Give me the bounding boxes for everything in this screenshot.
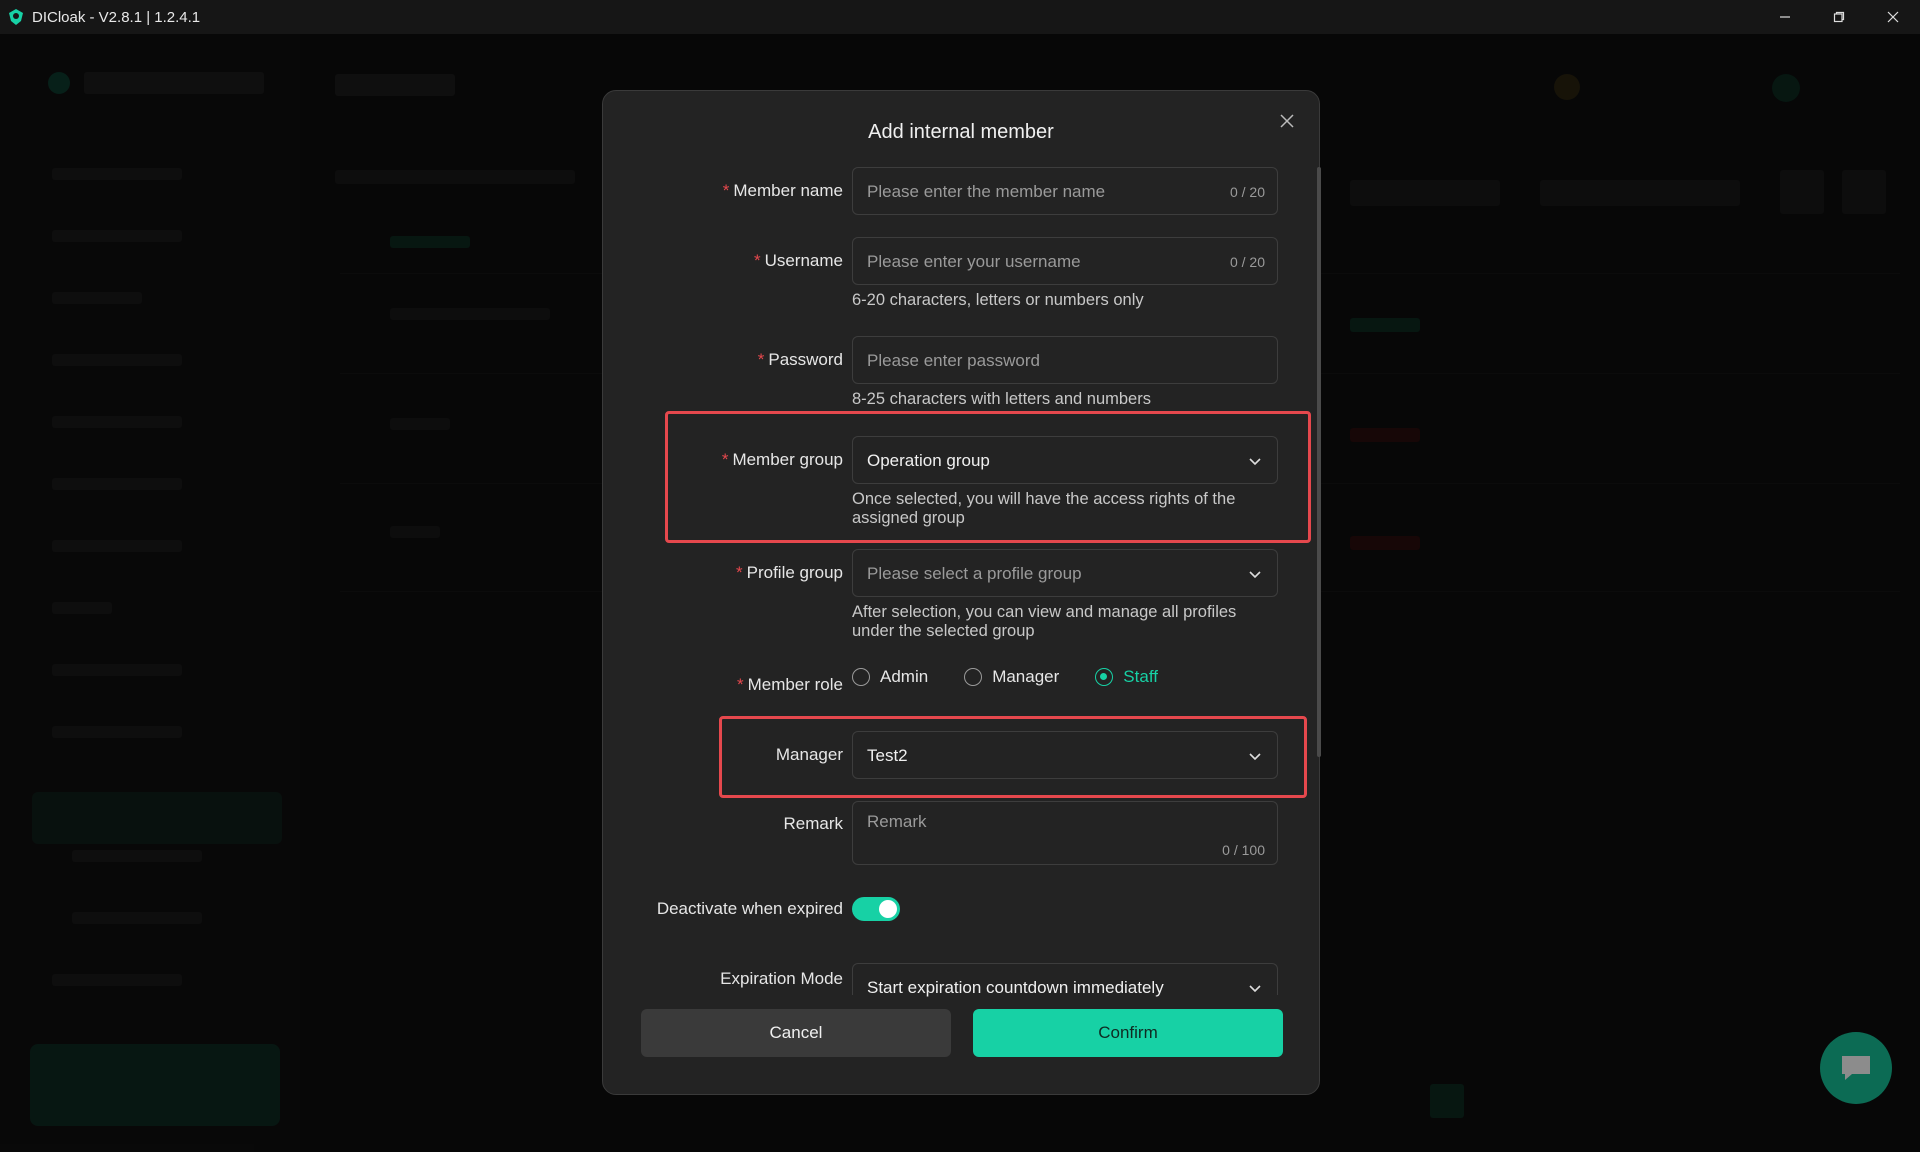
cancel-button[interactable]: Cancel — [641, 1009, 951, 1057]
member-role-radio-group: Admin Manager Staff — [852, 665, 1194, 689]
password-input[interactable]: Please enter password — [852, 336, 1278, 384]
expiration-mode-select[interactable]: Start expiration countdown immediately — [852, 963, 1278, 997]
password-label: * Password — [757, 350, 843, 369]
minimize-icon — [1780, 16, 1790, 18]
manager-select[interactable]: Test2 — [852, 731, 1278, 779]
profile-group-label: * Profile group — [735, 563, 843, 582]
role-radio-staff[interactable]: Staff — [1095, 667, 1158, 687]
close-icon — [1887, 11, 1899, 23]
member-name-counter: 0 / 20 — [1229, 184, 1265, 200]
remark-textarea[interactable]: Remark 0 / 100 — [852, 801, 1278, 865]
manager-label: Manager — [775, 745, 843, 764]
restore-icon — [1833, 11, 1845, 23]
role-radio-admin[interactable]: Admin — [852, 667, 928, 687]
username-input[interactable]: Please enter your username 0 / 20 — [852, 237, 1278, 285]
profile-group-select[interactable]: Please select a profile group — [852, 549, 1278, 597]
chevron-down-icon — [1249, 571, 1261, 579]
member-group-label: * Member group — [721, 450, 843, 469]
chevron-down-icon — [1249, 985, 1261, 993]
deactivate-toggle[interactable] — [852, 897, 900, 921]
restore-button[interactable] — [1812, 0, 1866, 34]
dialog-close-button[interactable] — [1275, 109, 1299, 133]
window-title: DICloak - V2.8.1 | 1.2.4.1 — [32, 8, 201, 26]
password-hint: 8-25 characters with letters and numbers — [852, 390, 1151, 408]
minimize-button[interactable] — [1758, 0, 1812, 34]
close-icon — [1280, 114, 1294, 128]
remark-label: Remark — [783, 814, 843, 833]
dicloak-logo-icon — [9, 9, 23, 25]
deactivate-label: Deactivate when expired — [656, 899, 843, 918]
profile-group-hint: After selection, you can view and manage… — [852, 603, 1237, 640]
username-hint: 6-20 characters, letters or numbers only — [852, 291, 1144, 309]
confirm-button[interactable]: Confirm — [973, 1009, 1283, 1057]
username-counter: 0 / 20 — [1229, 254, 1265, 270]
add-member-dialog: Add internal member * Member name Please … — [602, 90, 1321, 1095]
remark-counter: 0 / 100 — [1222, 842, 1265, 858]
username-label: * Username — [753, 251, 843, 270]
dialog-scrollbar[interactable] — [1317, 167, 1321, 757]
dialog-title: Add internal member — [868, 121, 1054, 143]
chevron-down-icon — [1249, 753, 1261, 761]
member-group-select[interactable]: Operation group — [852, 436, 1278, 484]
member-name-label: * Member name — [722, 181, 843, 200]
close-window-button[interactable] — [1866, 0, 1920, 34]
expiration-mode-label: Expiration Mode — [720, 969, 843, 988]
chevron-down-icon — [1249, 458, 1261, 466]
title-bar: DICloak - V2.8.1 | 1.2.4.1 — [0, 0, 1920, 34]
member-role-label: * Member role — [736, 675, 843, 694]
member-name-input[interactable]: Please enter the member name 0 / 20 — [852, 167, 1278, 215]
role-radio-manager[interactable]: Manager — [964, 667, 1059, 687]
member-group-hint: Once selected, you will have the access … — [852, 490, 1236, 527]
